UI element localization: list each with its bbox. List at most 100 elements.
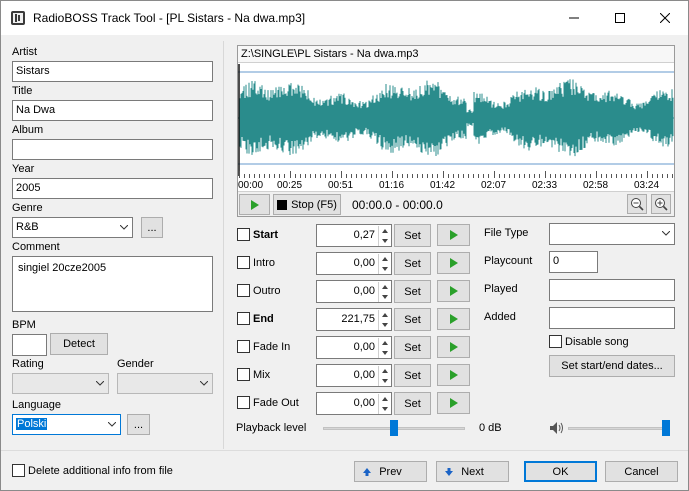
cue-play-button[interactable]: [437, 252, 470, 274]
added-field[interactable]: [549, 307, 675, 329]
genre-select[interactable]: R&B: [12, 217, 133, 238]
maximize-button[interactable]: [597, 1, 643, 35]
set-dates-button[interactable]: Set start/end dates...: [549, 355, 675, 377]
cue-value: 221,75: [341, 313, 375, 325]
cue-checkbox[interactable]: [237, 368, 250, 381]
cue-value-spinner[interactable]: 0,00: [316, 392, 392, 415]
cue-checkbox[interactable]: [237, 312, 250, 325]
cue-play-button[interactable]: [437, 308, 470, 330]
ruler-tick: [621, 174, 622, 178]
ruler-tick: [478, 174, 480, 178]
spin-down-button[interactable]: [378, 264, 390, 274]
cue-value-spinner[interactable]: 0,00: [316, 252, 392, 275]
ruler-tick: [641, 174, 643, 178]
playback-level-slider[interactable]: [390, 420, 398, 436]
next-button[interactable]: Next: [436, 461, 509, 482]
played-field[interactable]: [549, 279, 675, 301]
delete-info-checkbox[interactable]: [12, 464, 25, 477]
spin-up-button[interactable]: [378, 338, 390, 348]
zoom-in-icon: [655, 198, 668, 211]
volume-slider[interactable]: [662, 420, 670, 436]
cue-set-button[interactable]: Set: [394, 336, 431, 359]
ruler-tick: [529, 174, 531, 178]
stop-button[interactable]: Stop (F5): [273, 194, 341, 215]
cue-value: 0,00: [353, 285, 375, 297]
zoom-in-button[interactable]: [651, 194, 671, 214]
genre-more-button[interactable]: ...: [141, 217, 163, 238]
time-tick-label: 00:00: [238, 180, 264, 191]
detect-button[interactable]: Detect: [50, 333, 108, 355]
cue-checkbox[interactable]: [237, 284, 250, 297]
chevron-up-icon: [381, 341, 388, 345]
language-select[interactable]: Polski: [12, 414, 121, 435]
cue-set-button[interactable]: Set: [394, 392, 431, 415]
ruler-tick: [355, 174, 357, 178]
cue-set-button[interactable]: Set: [394, 308, 431, 331]
cue-value-spinner[interactable]: 0,00: [316, 336, 392, 359]
spin-down-button[interactable]: [378, 320, 390, 330]
rating-select[interactable]: [12, 373, 109, 394]
ruler-tick: [442, 171, 444, 178]
spin-up-button[interactable]: [378, 226, 390, 236]
cue-checkbox[interactable]: [237, 228, 250, 241]
ruler-tick: [360, 174, 362, 178]
minimize-button[interactable]: [551, 1, 597, 35]
zoom-out-button[interactable]: [627, 194, 647, 214]
speaker-icon: [550, 422, 563, 434]
spin-up-button[interactable]: [378, 282, 390, 292]
stop-icon: [277, 199, 288, 210]
year-field[interactable]: 2005: [12, 178, 213, 199]
cue-set-button[interactable]: Set: [394, 280, 431, 303]
cue-value-spinner[interactable]: 0,00: [316, 364, 392, 387]
cue-value-spinner[interactable]: 221,75: [316, 308, 392, 331]
filetype-select[interactable]: [549, 223, 675, 245]
ruler-tick: [269, 174, 271, 178]
cancel-button[interactable]: Cancel: [605, 461, 678, 482]
cue-set-button[interactable]: Set: [394, 224, 431, 247]
genre-value: R&B: [16, 221, 39, 233]
ruler-tick: [595, 171, 597, 178]
spin-up-button[interactable]: [378, 394, 390, 404]
ok-button[interactable]: OK: [524, 461, 597, 482]
album-field[interactable]: [12, 139, 213, 160]
cue-checkbox[interactable]: [237, 340, 250, 353]
spin-down-button[interactable]: [378, 404, 390, 414]
ruler-tick: [468, 174, 469, 178]
ruler-tick: [554, 174, 556, 178]
playcount-field[interactable]: 0: [549, 251, 598, 273]
spin-down-button[interactable]: [378, 236, 390, 246]
cue-play-button[interactable]: [437, 336, 470, 358]
added-label: Added: [484, 311, 516, 323]
language-more-button[interactable]: ...: [127, 414, 150, 435]
cue-play-button[interactable]: [437, 364, 470, 386]
cue-set-button[interactable]: Set: [394, 364, 431, 387]
time-tick-label: 01:42: [430, 180, 456, 191]
waveform-display[interactable]: [238, 64, 674, 176]
spin-up-button[interactable]: [378, 310, 390, 320]
spin-up-button[interactable]: [378, 254, 390, 264]
prev-button[interactable]: Prev: [354, 461, 427, 482]
spin-down-button[interactable]: [378, 348, 390, 358]
artist-field[interactable]: Sistars: [12, 61, 213, 82]
cue-play-button[interactable]: [437, 280, 470, 302]
close-button[interactable]: [642, 1, 688, 35]
bpm-field[interactable]: [12, 334, 47, 356]
disable-song-checkbox[interactable]: [549, 335, 562, 348]
cue-play-button[interactable]: [437, 392, 470, 414]
panel-splitter[interactable]: [223, 41, 224, 449]
cue-checkbox[interactable]: [237, 256, 250, 269]
ruler-tick: [544, 171, 546, 178]
gender-select[interactable]: [117, 373, 213, 394]
cue-checkbox[interactable]: [237, 396, 250, 409]
cue-value-spinner[interactable]: 0,27: [316, 224, 392, 247]
spin-down-button[interactable]: [378, 292, 390, 302]
preview-play-button[interactable]: [239, 194, 270, 215]
cue-value-spinner[interactable]: 0,00: [316, 280, 392, 303]
cue-set-button[interactable]: Set: [394, 252, 431, 275]
title-field[interactable]: Na Dwa: [12, 100, 213, 121]
comment-field[interactable]: singiel 20cze2005: [12, 256, 213, 312]
spin-up-button[interactable]: [378, 366, 390, 376]
spin-down-button[interactable]: [378, 376, 390, 386]
play-icon: [449, 230, 458, 240]
cue-play-button[interactable]: [437, 224, 470, 246]
